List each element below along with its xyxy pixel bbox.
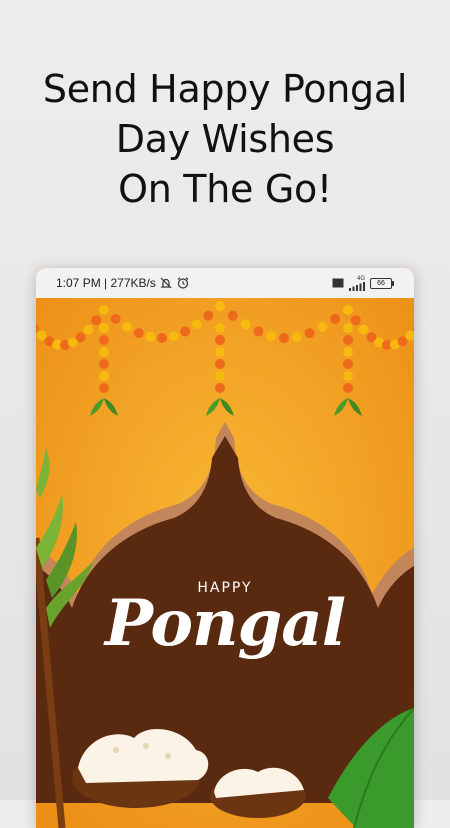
marigold-flower xyxy=(215,335,225,345)
headline-line-1: Send Happy Pongal xyxy=(42,67,408,111)
marigold-flower xyxy=(343,359,353,369)
alarm-icon xyxy=(176,276,190,290)
marigold-flower xyxy=(343,371,353,381)
marigold-flower xyxy=(343,323,353,333)
marigold-flower xyxy=(133,328,144,339)
marigold-flower xyxy=(330,313,341,324)
marigold-flower xyxy=(99,383,109,393)
marigold-flower xyxy=(343,335,353,345)
marigold-flower xyxy=(343,347,353,357)
marigold-flower xyxy=(215,347,225,357)
mute-bell-icon xyxy=(159,276,173,290)
volte-icon xyxy=(332,278,344,288)
marigold-flower xyxy=(99,323,109,333)
marigold-flower xyxy=(240,319,251,330)
marigold-flower xyxy=(110,313,121,324)
marigold-flower xyxy=(122,321,133,332)
marigold-flower xyxy=(279,333,289,343)
signal-icon: 4G xyxy=(349,276,365,291)
marigold-flower xyxy=(180,326,191,337)
battery-level: 66 xyxy=(377,279,385,287)
status-bar: 1:07 PM | 277KB/s 4G 66 xyxy=(36,268,414,298)
marigold-flower xyxy=(215,359,225,369)
marigold-flower xyxy=(203,310,214,321)
marigold-flower xyxy=(191,319,202,330)
marigold-flower xyxy=(75,332,86,343)
marigold-flower xyxy=(215,383,225,393)
battery-icon: 66 xyxy=(370,277,394,289)
marigold-flower xyxy=(91,315,102,326)
marigold-flower xyxy=(99,371,109,381)
marigold-flower xyxy=(83,324,94,335)
status-time-speed: 1:07 PM | 277KB/s xyxy=(56,276,156,290)
marigold-flower xyxy=(266,331,277,342)
marigold-flower xyxy=(350,315,361,326)
marigold-flower xyxy=(99,335,109,345)
headline-line-2: Day Wishes xyxy=(115,117,335,161)
marigold-flower xyxy=(343,383,353,393)
greeting-pongal: Pongal xyxy=(104,586,346,661)
marigold-flower xyxy=(227,310,238,321)
marigold-flower xyxy=(168,331,179,342)
promo-headline: Send Happy Pongal Day Wishes On The Go! xyxy=(0,64,450,214)
marigold-flower xyxy=(99,347,109,357)
marigold-flower xyxy=(253,326,264,337)
marigold-flower xyxy=(358,324,369,335)
marigold-flower xyxy=(215,371,225,381)
marigold-flower xyxy=(317,321,328,332)
marigold-flower xyxy=(215,301,225,311)
marigold-flower xyxy=(157,333,167,343)
marigold-flower xyxy=(145,331,156,342)
pongal-artwork xyxy=(36,298,414,828)
headline-line-3: On The Go! xyxy=(118,167,332,211)
marigold-flower xyxy=(215,323,225,333)
marigold-flower xyxy=(304,328,315,339)
marigold-flower xyxy=(343,305,353,315)
marigold-flower xyxy=(291,331,302,342)
phone-screenshot: 1:07 PM | 277KB/s 4G 66 HAPPY Pongal xyxy=(36,268,414,828)
marigold-flower xyxy=(99,305,109,315)
marigold-flower xyxy=(99,359,109,369)
